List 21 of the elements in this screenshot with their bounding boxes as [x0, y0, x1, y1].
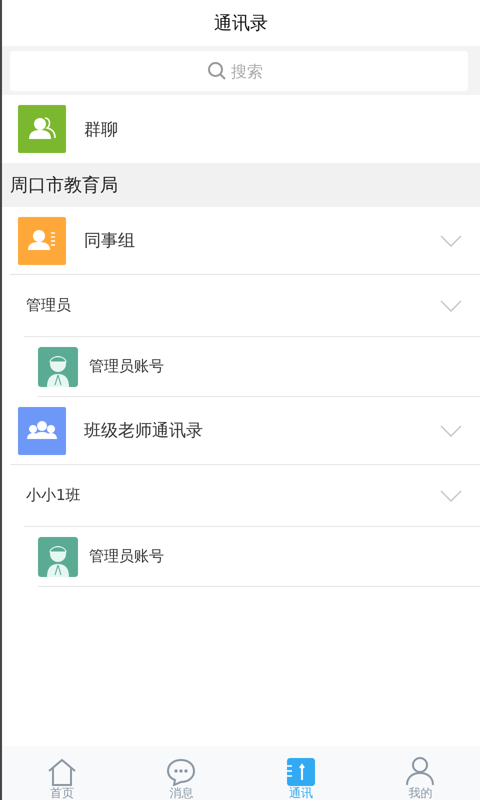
contact-name[interactable]: 管理员账号 [89, 357, 164, 376]
chat-bubble-icon [166, 758, 196, 786]
user-icon [405, 756, 436, 786]
home-icon [46, 758, 77, 786]
chevron-down-icon [440, 234, 462, 246]
contact-name[interactable]: 管理员账号 [89, 547, 164, 566]
subgroup-name[interactable]: 小小1班 [26, 486, 440, 505]
avatar-icon [38, 536, 78, 576]
subgroup-name[interactable]: 管理员 [26, 296, 440, 315]
group-name[interactable]: 班级老师通讯录 [84, 419, 440, 442]
avatar-icon [38, 346, 78, 386]
chevron-down-icon [440, 424, 462, 436]
search-field[interactable]: 搜索 [231, 62, 271, 80]
chevron-down-icon [440, 490, 462, 502]
section-header: 周口市教育局 [10, 174, 118, 197]
chevron-down-icon [440, 300, 462, 312]
group-name[interactable]: 同事组 [84, 229, 440, 252]
address-book-icon [286, 758, 315, 786]
search-icon [207, 61, 227, 81]
list-item[interactable]: 群聊 [84, 118, 462, 140]
page-title: 通讯录 [213, 12, 269, 36]
